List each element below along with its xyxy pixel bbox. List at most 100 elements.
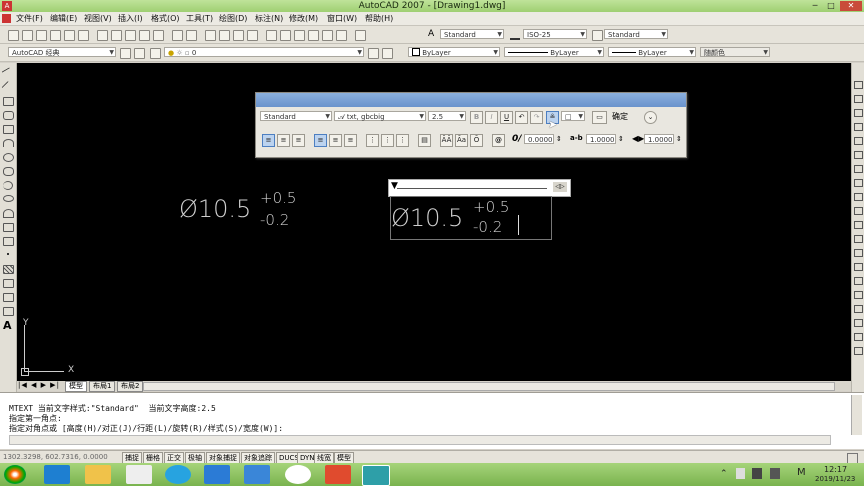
dimension-upper-1[interactable]: +0.5 (260, 190, 296, 206)
bullets-icon[interactable]: ⋮ (381, 134, 394, 147)
multiline-text-icon[interactable]: A (3, 319, 12, 332)
modify-extra-icon[interactable] (854, 305, 863, 313)
make-current-layer-icon[interactable] (368, 48, 379, 59)
tray-date[interactable]: 2019/11/23 (815, 475, 855, 483)
new-icon[interactable] (8, 30, 19, 41)
help-icon[interactable] (355, 30, 366, 41)
pan-icon[interactable] (205, 30, 216, 41)
width-spinner-icon[interactable]: ⇕ (676, 135, 682, 143)
construction-line-icon[interactable] (1, 80, 14, 94)
options-icon[interactable]: ⌄ (644, 111, 657, 124)
table-style-select[interactable]: Standard ▼ (604, 29, 668, 39)
command-scrollbar[interactable] (851, 395, 862, 435)
tray-chevron-icon[interactable]: ⌃ (720, 469, 728, 479)
move-icon[interactable] (854, 151, 863, 159)
lowercase-icon[interactable]: Āa (455, 134, 468, 147)
doc-icon[interactable] (2, 14, 11, 23)
menu-window[interactable]: 窗口(W) (327, 12, 357, 25)
linetype-select[interactable]: ByLayer ▼ (504, 47, 604, 57)
mtext-editor-box[interactable]: Ø10.5 +0.5 -0.2 (390, 196, 552, 240)
tf-height-select[interactable]: 2.5 ▼ (428, 111, 466, 121)
workspace-save-icon[interactable] (134, 48, 145, 59)
break-icon[interactable] (854, 235, 863, 243)
start-button[interactable] (4, 465, 26, 484)
mtext-ruler[interactable]: ▼ ◁▷ (388, 179, 571, 197)
oblique-angle-input[interactable]: 0.0000 (524, 134, 554, 144)
plotstyle-select[interactable]: 随颜色 ▼ (700, 47, 770, 57)
menu-insert[interactable]: 插入(I) (118, 12, 143, 25)
dim-style-select[interactable]: ISO-25 ▼ (523, 29, 587, 39)
menu-file[interactable]: 文件(F) (16, 12, 43, 25)
browser-icon[interactable] (165, 465, 191, 484)
align-right-icon[interactable]: ≡ (292, 134, 305, 147)
layer-select[interactable]: ● ☼ ▫ 0 ▼ (164, 47, 364, 57)
modify-extra3-icon[interactable] (854, 333, 863, 341)
menu-modify[interactable]: 修改(M) (289, 12, 318, 25)
mirror-icon[interactable] (854, 109, 863, 117)
workspace-select[interactable]: AutoCAD 经典 ▼ (8, 47, 116, 57)
tracking-spinner-icon[interactable]: ⇕ (618, 135, 624, 143)
insert-block-icon[interactable] (3, 223, 14, 232)
menu-draw[interactable]: 绘图(D) (219, 12, 247, 25)
align-left-icon[interactable]: ≡ (262, 134, 275, 147)
tool-palettes-icon[interactable] (294, 30, 305, 41)
extend-icon[interactable] (854, 221, 863, 229)
underline-button[interactable]: U (500, 111, 513, 124)
network-app-icon[interactable] (285, 465, 311, 484)
app-grid-icon[interactable] (244, 465, 270, 484)
dimension-lower-2[interactable]: -0.2 (473, 219, 502, 235)
print-icon[interactable] (50, 30, 61, 41)
layer-previous-icon[interactable] (382, 48, 393, 59)
gradient-icon[interactable] (3, 279, 14, 288)
zoom-window-icon[interactable] (233, 30, 244, 41)
markup-icon[interactable] (322, 30, 333, 41)
dimension-upper-2[interactable]: +0.5 (473, 199, 509, 215)
match-properties-icon[interactable] (139, 30, 150, 41)
letters-icon[interactable]: ⋮ (396, 134, 409, 147)
ellipse-arc-icon[interactable] (3, 209, 14, 218)
ruler-indent-marker[interactable]: ▼ (391, 181, 398, 191)
modify-extra2-icon[interactable] (854, 319, 863, 327)
layer-manager-icon[interactable] (150, 48, 161, 59)
menu-format[interactable]: 格式(O) (151, 12, 180, 25)
tf-font-select[interactable]: 𝒜 txt, gbcbig ▼ (334, 111, 426, 121)
tray-volume-icon[interactable] (770, 468, 780, 479)
offset-icon[interactable] (854, 123, 863, 131)
chamfer-icon[interactable] (854, 263, 863, 271)
command-hscrollbar[interactable] (9, 435, 831, 445)
spline-icon[interactable] (3, 181, 13, 190)
file-icon[interactable] (126, 465, 152, 484)
explode-icon[interactable] (854, 291, 863, 299)
hatch-icon[interactable] (3, 265, 14, 274)
copy-icon[interactable] (111, 30, 122, 41)
point-icon[interactable] (7, 253, 9, 255)
cut-icon[interactable] (97, 30, 108, 41)
make-block-icon[interactable] (3, 237, 14, 246)
text-formatting-header[interactable] (256, 93, 686, 107)
rectangle-icon[interactable] (3, 125, 14, 134)
word-app-icon[interactable] (204, 465, 230, 484)
symbol-button[interactable]: @ (492, 134, 505, 147)
align-middle-icon[interactable]: ≡ (329, 134, 342, 147)
explorer-icon[interactable] (85, 465, 111, 484)
tracking-input[interactable]: 1.0000 (586, 134, 616, 144)
tab-nav-arrows[interactable]: |◀ ◀ ▶ ▶| (18, 381, 60, 389)
circle-icon[interactable] (3, 153, 14, 162)
uppercase-icon[interactable]: ĀĀ (440, 134, 453, 147)
ruler-toggle-icon[interactable]: ▭ (592, 111, 607, 124)
dimension-lower-1[interactable]: -0.2 (260, 212, 289, 228)
menu-tools[interactable]: 工具(T) (186, 12, 213, 25)
numbering-icon[interactable]: ⋮ (366, 134, 379, 147)
ie-icon[interactable] (44, 465, 70, 484)
align-bottom-icon[interactable]: ≡ (344, 134, 357, 147)
scale-icon[interactable] (854, 179, 863, 187)
polyline-icon[interactable] (3, 97, 14, 106)
redo-text-icon[interactable]: ↷ (530, 111, 543, 124)
ellipse-icon[interactable] (3, 195, 14, 202)
table-icon[interactable] (3, 307, 14, 316)
insert-field-icon[interactable]: ▤ (418, 134, 431, 147)
lineweight-select[interactable]: ByLayer ▼ (608, 47, 696, 57)
width-factor-input[interactable]: 1.0000 (644, 134, 674, 144)
block-editor-icon[interactable] (153, 30, 164, 41)
menu-dimension[interactable]: 标注(N) (255, 12, 283, 25)
